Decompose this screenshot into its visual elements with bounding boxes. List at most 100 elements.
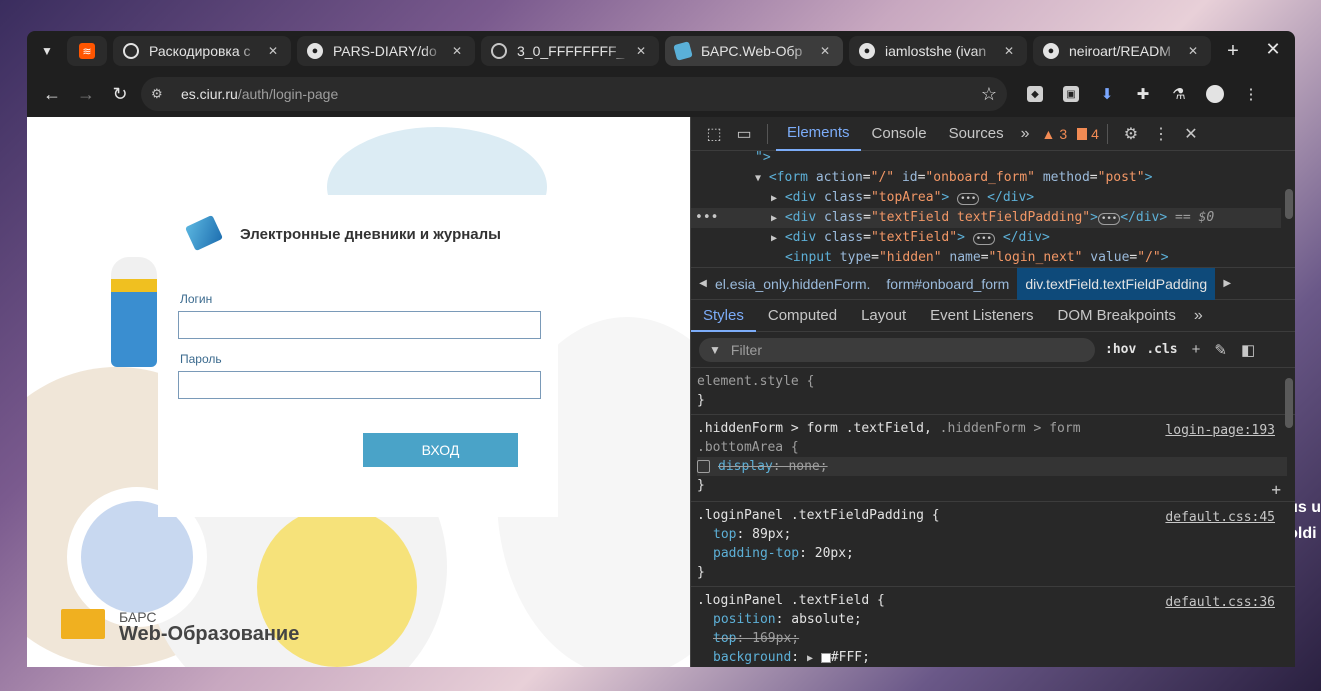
more-dots-icon[interactable]: •••: [695, 208, 718, 228]
rule-source-link[interactable]: default.css:45: [1165, 508, 1275, 527]
dom-line-toparea[interactable]: ▶ <div class="topArea"> ••• </div>: [771, 188, 1034, 208]
more-tabs-icon[interactable]: »: [1015, 125, 1036, 143]
login-label: Логин: [180, 292, 213, 306]
toolbar: ← → ↻ ⚙ es.ciur.ru/auth/login-page ☆ ◆ ▣…: [27, 71, 1295, 117]
property-checkbox[interactable]: [697, 460, 710, 473]
extensions-puzzle-icon[interactable]: ✚: [1127, 78, 1159, 110]
menu-kebab-icon[interactable]: ⋮: [1235, 78, 1267, 110]
dom-line-input[interactable]: <input type="hidden" name="login_next" v…: [785, 248, 1169, 268]
style-property-disabled[interactable]: display: none;: [697, 457, 1287, 476]
hov-toggle[interactable]: :hov: [1105, 342, 1136, 357]
tab-globe[interactable]: 3_0_FFFFFFFF_ ✕: [481, 36, 659, 66]
breadcrumb-item[interactable]: form#onboard_form: [878, 268, 1017, 300]
divider: [1106, 123, 1108, 144]
add-property-plus-icon[interactable]: +: [1271, 480, 1281, 499]
style-property[interactable]: background: ▶ #FFF;: [697, 648, 1289, 667]
dom-scrollbar[interactable]: [1285, 189, 1293, 219]
window-close-icon[interactable]: ✕: [1261, 39, 1285, 60]
tab-close-icon[interactable]: ✕: [265, 44, 281, 58]
more-subtabs-icon[interactable]: »: [1188, 307, 1209, 325]
tab-soundcloud[interactable]: ≋: [67, 36, 107, 66]
divider: [767, 123, 768, 144]
extension-icon[interactable]: ▣: [1055, 78, 1087, 110]
style-property-overridden[interactable]: top: 169px;: [697, 629, 1289, 648]
dom-line[interactable]: ">: [755, 148, 771, 168]
expand-triangle-icon[interactable]: ▶: [771, 233, 777, 244]
tab-sources[interactable]: Sources: [938, 117, 1015, 151]
dom-tag: >: [1144, 170, 1153, 185]
crumb-right-arrow-icon[interactable]: ▶: [1215, 278, 1239, 289]
download-icon[interactable]: ⬇: [1091, 78, 1123, 110]
site-info-icon[interactable]: ⚙: [151, 86, 171, 102]
tab-github-iamlostshe[interactable]: ● iamlostshe (ivan ✕: [849, 36, 1027, 66]
back-arrow-icon[interactable]: ←: [35, 77, 69, 111]
dom-tag: <form: [768, 170, 808, 185]
dom-tag: </div>: [1120, 210, 1168, 225]
collapse-triangle-icon[interactable]: ▼: [755, 173, 761, 184]
dom-line-selected[interactable]: ••• ▶ <div class="textField textFieldPad…: [691, 208, 1281, 228]
rule-source-link[interactable]: login-page:193: [1165, 421, 1275, 440]
reload-icon[interactable]: ↻: [103, 77, 137, 111]
tab-close-icon[interactable]: ✕: [1001, 44, 1017, 58]
password-input[interactable]: [178, 371, 541, 399]
tab-dom-breakpoints[interactable]: DOM Breakpoints: [1046, 300, 1188, 332]
ellipsis-icon[interactable]: •••: [972, 233, 995, 245]
tab-github-pars[interactable]: ● PARS-DIARY/do ✕: [297, 36, 475, 66]
bookmark-star-icon[interactable]: ☆: [981, 84, 997, 105]
tab-computed[interactable]: Computed: [756, 300, 849, 332]
tab-close-icon[interactable]: ✕: [449, 44, 465, 58]
sidebar-toggle-icon[interactable]: ◧: [1241, 341, 1255, 359]
expand-triangle-icon[interactable]: ▶: [771, 193, 777, 204]
dom-line-form[interactable]: ▼ <form action="/" id="onboard_form" met…: [755, 168, 1152, 188]
lab-flask-icon[interactable]: ⚗: [1163, 78, 1195, 110]
tab-elements[interactable]: Elements: [776, 117, 861, 151]
tab-console[interactable]: Console: [861, 117, 938, 151]
login-input[interactable]: [178, 311, 541, 339]
tab-close-icon[interactable]: ✕: [633, 44, 649, 58]
paint-brush-icon[interactable]: ✎: [1214, 341, 1227, 359]
kebab-menu-icon[interactable]: ⋮: [1146, 119, 1176, 149]
dom-val: "login_next": [988, 250, 1083, 265]
tab-styles[interactable]: Styles: [691, 300, 756, 332]
tab-event-listeners[interactable]: Event Listeners: [918, 300, 1045, 332]
breadcrumb-item-active[interactable]: div.textField.textFieldPadding: [1017, 267, 1216, 300]
issues-badge[interactable]: 4: [1077, 126, 1099, 142]
selected-node-hint: == $0: [1175, 210, 1215, 225]
rule-selector[interactable]: element.style {: [697, 372, 1289, 391]
profile-avatar-icon[interactable]: [1199, 78, 1231, 110]
new-rule-plus-icon[interactable]: +: [1192, 341, 1201, 358]
style-property[interactable]: top: 89px;: [697, 525, 1289, 544]
tab-strip: ▼ ≋ Раскодировка с ✕ ● PARS-DIARY/do ✕ 3…: [27, 31, 1295, 71]
tab-search-chevron-icon[interactable]: ▼: [35, 39, 59, 63]
new-tab-button[interactable]: +: [1219, 37, 1247, 65]
ellipsis-icon[interactable]: •••: [957, 193, 980, 205]
settings-gear-icon[interactable]: ⚙: [1116, 119, 1146, 149]
device-toggle-icon[interactable]: ▭: [729, 119, 759, 149]
expand-triangle-icon[interactable]: ▶: [771, 213, 777, 224]
login-button[interactable]: ВХОД: [363, 433, 518, 467]
tab-openai[interactable]: Раскодировка с ✕: [113, 36, 291, 66]
tab-close-icon[interactable]: ✕: [1185, 44, 1201, 58]
address-bar[interactable]: ⚙ es.ciur.ru/auth/login-page ☆: [141, 77, 1007, 111]
style-property[interactable]: position: absolute;: [697, 610, 1289, 629]
forward-arrow-icon[interactable]: →: [69, 77, 103, 111]
color-swatch[interactable]: [820, 652, 831, 663]
extension-icon[interactable]: ◆: [1019, 78, 1051, 110]
tab-github-neiroart[interactable]: ● neiroart/READM ✕: [1033, 36, 1211, 66]
crumb-left-arrow-icon[interactable]: ◀: [691, 278, 715, 289]
breadcrumb-item[interactable]: el.esia_only.hiddenForm.: [715, 268, 878, 300]
warnings-badge[interactable]: ▲ 3: [1042, 126, 1068, 142]
tab-layout[interactable]: Layout: [849, 300, 918, 332]
ellipsis-icon[interactable]: •••: [1097, 213, 1121, 225]
inspect-element-icon[interactable]: ⬚: [699, 119, 729, 149]
styles-scrollbar[interactable]: [1285, 378, 1293, 428]
style-property[interactable]: padding-top: 20px;: [697, 544, 1289, 563]
rule-source-link[interactable]: default.css:36: [1165, 593, 1275, 612]
expand-triangle-icon[interactable]: ▶: [807, 653, 813, 664]
close-devtools-icon[interactable]: ✕: [1176, 119, 1206, 149]
styles-filter-input[interactable]: ▼ Filter: [699, 337, 1095, 362]
dom-line-textfield[interactable]: ▶ <div class="textField"> ••• </div>: [771, 228, 1050, 248]
tab-bars[interactable]: БАРС.Web-Обр ✕: [665, 36, 843, 66]
cls-toggle[interactable]: .cls: [1146, 342, 1177, 357]
tab-close-icon[interactable]: ✕: [817, 44, 833, 58]
